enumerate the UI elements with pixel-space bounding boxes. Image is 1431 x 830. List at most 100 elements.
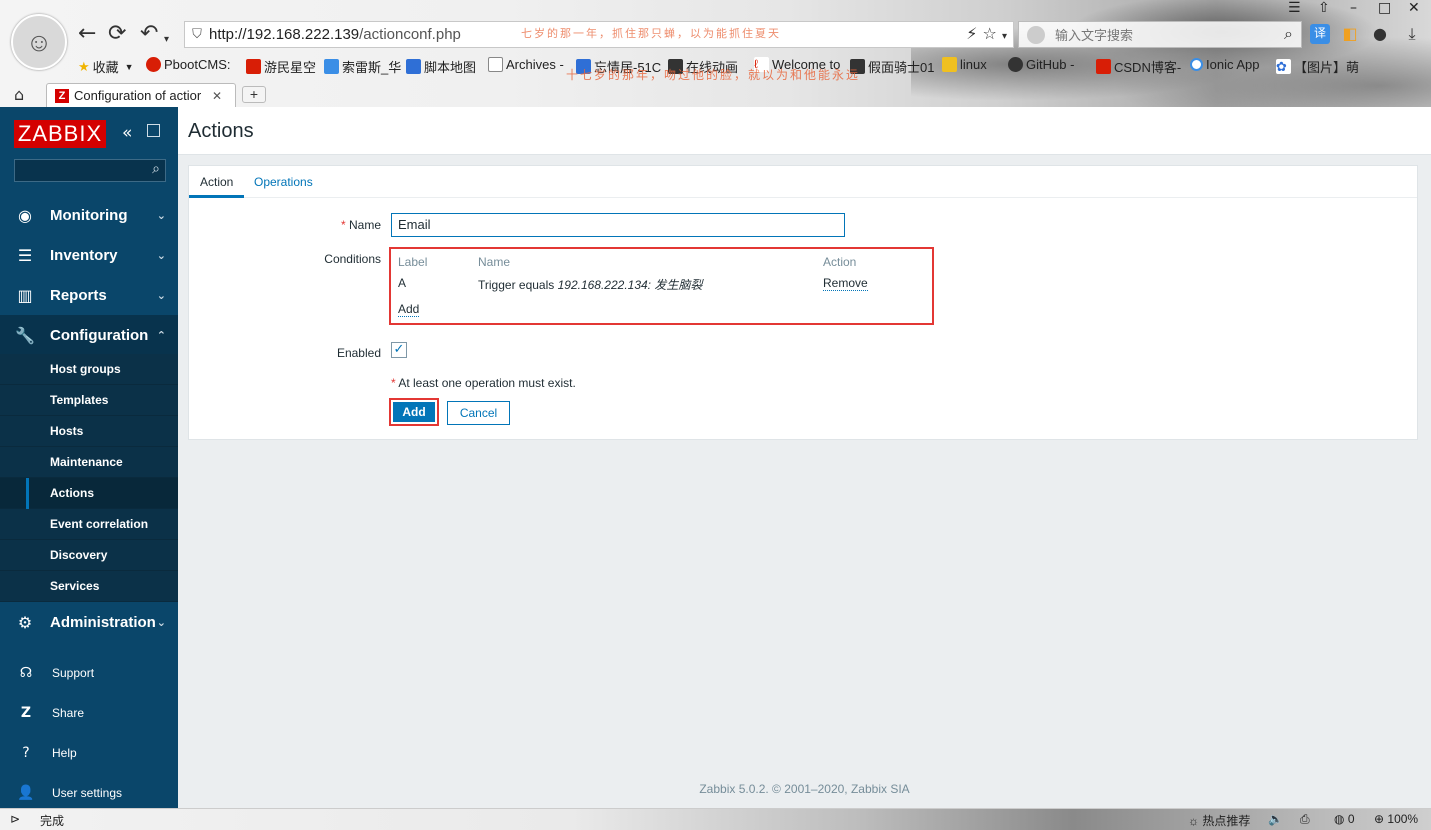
sidebar-search-input[interactable]: ⌕ (14, 159, 166, 182)
github-favicon (1008, 57, 1023, 72)
bookmark-item[interactable]: linux (942, 57, 987, 72)
add-button[interactable]: Add (393, 402, 435, 422)
tab-strip: ⌂ Z Configuration of actior ✕ + (0, 83, 1431, 107)
bookmark-item[interactable]: Archives - (488, 57, 564, 72)
conditions-label: Conditions (324, 252, 381, 266)
enabled-checkbox[interactable]: ✓ (391, 342, 407, 358)
bookmark-marquee-text: 十七岁的那年，吻过他的脸，就以为和他能永远 (566, 68, 861, 82)
download-icon[interactable]: ⤓ (1402, 24, 1422, 44)
remove-condition-link[interactable]: Remove (823, 276, 868, 291)
column-header-label: Label (398, 255, 428, 269)
menu-label: Monitoring (50, 206, 128, 224)
menu-share[interactable]: Z Share (0, 693, 178, 733)
search-input[interactable]: 输入文字搜索 (1055, 25, 1133, 44)
maximize-icon[interactable]: □ (1378, 0, 1391, 16)
zabbix-favicon: Z (55, 88, 69, 103)
bookmark-item[interactable]: CSDN博客- (1096, 57, 1181, 76)
bookmark-item[interactable]: Ionic App (1190, 57, 1260, 72)
eye-icon: ◉ (18, 205, 32, 225)
bookmark-item[interactable]: 游民星空 (246, 57, 316, 76)
menu-configuration[interactable]: 🔧 Configuration ⌃ (0, 315, 178, 355)
menu-monitoring[interactable]: ◉ Monitoring ⌄ (0, 195, 178, 235)
speaker-icon[interactable]: 🔈 (1268, 812, 1283, 826)
more-icon[interactable]: ● (1370, 24, 1390, 44)
menu-icon[interactable]: ☰ (1288, 0, 1301, 16)
collapse-sidebar-icon[interactable]: « (122, 123, 132, 143)
new-tab-button[interactable]: + (242, 86, 266, 103)
bookmark-item[interactable]: 假面骑士01 (850, 57, 934, 76)
menu-help[interactable]: ? Help (0, 733, 178, 773)
bookmark-item[interactable]: PbootCMS: (146, 57, 230, 72)
minimize-icon[interactable]: – (1350, 0, 1357, 16)
tab-operations[interactable]: Operations (243, 166, 324, 198)
browser-tab[interactable]: Z Configuration of actior ✕ (46, 83, 236, 107)
menu-label: Reports (50, 286, 107, 304)
menu-support[interactable]: ☊ Support (0, 653, 178, 693)
gamersky-favicon (246, 59, 261, 74)
column-header-name: Name (478, 255, 511, 269)
dropdown-icon[interactable]: ▾ (1002, 31, 1007, 42)
chevron-down-icon: ⌄ (156, 248, 166, 262)
address-bar[interactable]: ⛉ http://192.168.222.139/actionconf.php … (184, 21, 1014, 48)
zabbix-logo[interactable]: ZABBIX (14, 120, 106, 148)
kiosk-mode-icon[interactable] (147, 124, 160, 137)
submenu-discovery[interactable]: Discovery (0, 540, 178, 571)
submenu-event-correlation[interactable]: Event correlation (0, 509, 178, 540)
refresh-icon[interactable]: ⟳ (108, 22, 126, 46)
cancel-button[interactable]: Cancel (447, 401, 510, 425)
submenu-hosts[interactable]: Hosts (0, 416, 178, 447)
list-icon: ☰ (17, 245, 33, 265)
adblock-counter[interactable]: ◍ 0 (1334, 812, 1355, 826)
zoom-level[interactable]: ⊕ 100% (1374, 812, 1418, 826)
translate-icon[interactable]: 译 (1310, 24, 1330, 44)
add-condition-link[interactable]: Add (398, 302, 420, 317)
submenu-actions[interactable]: Actions (0, 478, 178, 509)
extension-icon[interactable]: ◧ (1340, 24, 1360, 44)
ionic-favicon (1190, 58, 1203, 71)
star-icon[interactable]: ☆ (983, 24, 997, 43)
pboot-favicon (146, 57, 161, 72)
bookmark-item[interactable]: 脚本地图 (406, 57, 476, 76)
menu-administration[interactable]: ⚙ Administration ⌄ (0, 602, 178, 642)
undo-icon[interactable]: ↶ (140, 22, 158, 46)
menu-label: Inventory (50, 246, 118, 264)
jb51-favicon (406, 59, 421, 74)
search-engine-icon[interactable] (1027, 26, 1045, 44)
submenu-maintenance[interactable]: Maintenance (0, 447, 178, 478)
sidebar-toggle-icon[interactable]: ⊳ (10, 812, 20, 826)
undo-dropdown-icon[interactable]: ▾ (164, 28, 169, 52)
menu-inventory[interactable]: ☰ Inventory ⌄ (0, 235, 178, 275)
search-icon[interactable]: ⌕ (152, 161, 160, 177)
menu-reports[interactable]: ▥ Reports ⌄ (0, 275, 178, 315)
screenshot-icon[interactable]: ⎙ (1300, 812, 1310, 827)
folder-icon (942, 57, 957, 72)
chevron-up-icon: ⌃ (156, 328, 166, 342)
hot-recommend[interactable]: ☼ 热点推荐 (1188, 812, 1250, 829)
page-title: Actions (188, 120, 254, 142)
enabled-label: Enabled (336, 346, 381, 360)
back-icon[interactable]: ← (78, 22, 96, 46)
menu-user-settings[interactable]: 👤 User settings (0, 773, 178, 813)
close-window-icon[interactable]: ✕ (1408, 0, 1420, 16)
close-tab-icon[interactable]: ✕ (212, 89, 222, 103)
skin-icon[interactable]: ⇧ (1318, 0, 1330, 16)
home-icon[interactable]: ⌂ (14, 85, 24, 104)
action-form-panel: Action Operations * Name Email Condition… (188, 165, 1418, 440)
bookmark-item[interactable]: ★ 收藏 ▼ (78, 57, 134, 76)
submenu-host-groups[interactable]: Host groups (0, 354, 178, 385)
column-header-action: Action (823, 255, 857, 269)
name-field[interactable]: Email (391, 213, 845, 237)
user-icon: 👤 (17, 785, 35, 801)
bookmark-item[interactable]: GitHub - (1008, 57, 1074, 72)
menu-label: Configuration (50, 326, 149, 344)
csdn-favicon (1096, 59, 1111, 74)
submenu-services[interactable]: Services (0, 571, 178, 602)
bookmark-item[interactable]: ✿ 【图片】萌 (1276, 57, 1359, 76)
submenu-templates[interactable]: Templates (0, 385, 178, 416)
lightning-icon[interactable]: ⚡ (966, 24, 977, 43)
tab-action[interactable]: Action (189, 166, 245, 198)
url-marquee-text: 七岁的那一年，抓住那只蝉，以为能抓住夏天 (521, 28, 781, 40)
bookmark-item[interactable]: 索雷斯_华 (324, 57, 401, 76)
search-box[interactable]: 输入文字搜索 ⌕ (1018, 21, 1302, 48)
search-icon[interactable]: ⌕ (1284, 24, 1293, 44)
